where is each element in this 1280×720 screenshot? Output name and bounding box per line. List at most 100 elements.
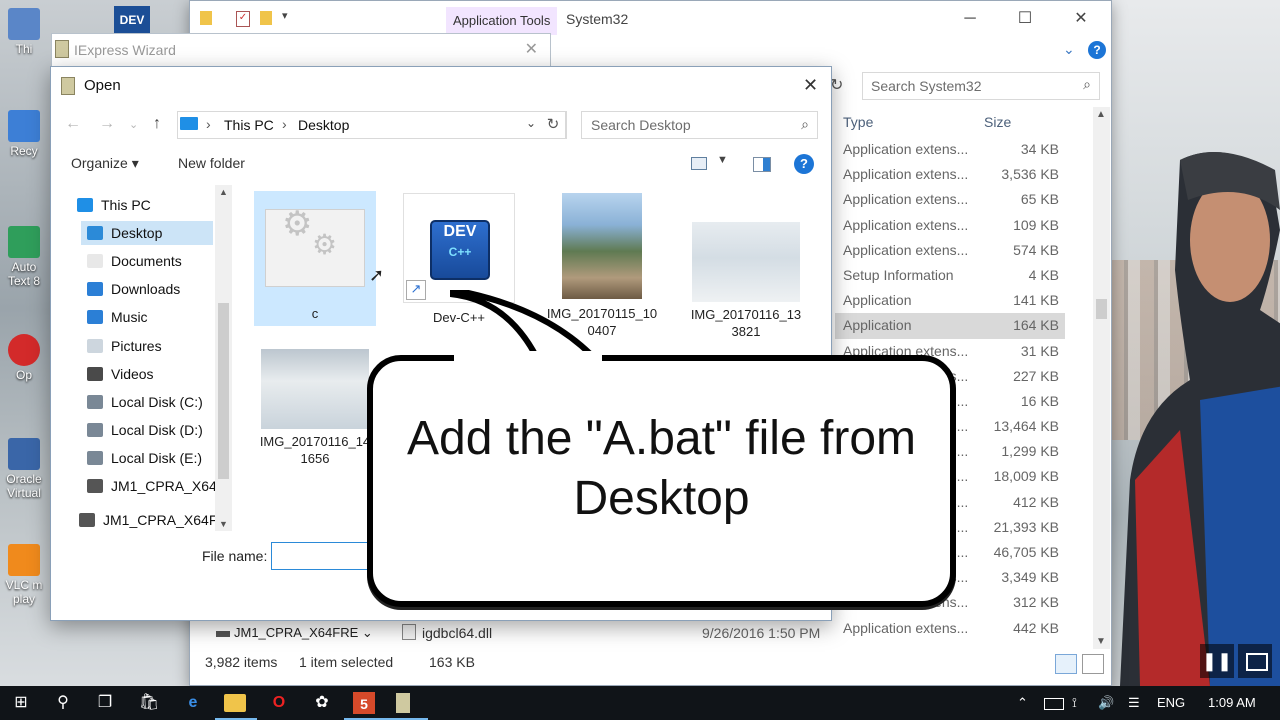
nav-item-local-disk-d[interactable]: Local Disk (D:)	[51, 418, 211, 442]
up-icon[interactable]: ↑	[153, 115, 161, 133]
opera-icon[interactable]: O	[267, 691, 291, 715]
breadcrumb-desktop[interactable]: Desktop	[298, 117, 349, 133]
status-bar: 3,982 items 1 item selected 163 KB	[190, 651, 1111, 675]
desktop-icon-vlc[interactable]: VLC m play	[0, 544, 48, 606]
search-placeholder: Search System32	[871, 78, 982, 94]
help-icon[interactable]: ?	[1088, 41, 1106, 59]
file-item-folder-c[interactable]: ⚙ ⚙ c	[254, 191, 376, 326]
table-row[interactable]: Setup Information 4 KB	[835, 263, 1065, 288]
table-row[interactable]: Application extens... 65 KB	[835, 187, 1065, 212]
row-type: Application extens...	[843, 216, 969, 233]
drive-icon	[79, 513, 95, 528]
qat-dropdown-icon[interactable]: ▾	[282, 9, 288, 22]
clock[interactable]: 1:09 AM	[1208, 695, 1256, 710]
scrollbar-thumb[interactable]	[218, 303, 229, 479]
nav-item-documents[interactable]: Documents	[51, 249, 211, 273]
refresh-icon[interactable]: ↻	[830, 75, 843, 95]
table-row[interactable]: Application extens... 109 KB	[835, 213, 1065, 238]
nav-drive-label[interactable]: JM1_CPRA_X64FRE ⌄	[216, 625, 373, 641]
language-indicator[interactable]: ENG	[1157, 695, 1185, 710]
edge-icon[interactable]: e	[181, 691, 205, 715]
desktop-icon-autotext[interactable]: Auto Text 8	[0, 226, 48, 288]
desktop-icon-virtualbox[interactable]: Oracle Virtual	[0, 438, 48, 500]
view-icon[interactable]	[691, 157, 707, 170]
vlc-icon	[8, 544, 40, 576]
windows-start-icon[interactable]: ⊞	[9, 691, 33, 715]
desktop-icon-opera[interactable]: Op	[0, 334, 48, 382]
recent-dropdown-icon[interactable]: ⌄	[129, 118, 138, 131]
explorer-bottom-row: JM1_CPRA_X64FRE ⌄ igdbcl64.dll 9/26/2016…	[216, 622, 1062, 646]
bottom-file-name[interactable]: igdbcl64.dll	[422, 625, 492, 641]
theater-mode-icon[interactable]	[1238, 644, 1272, 678]
application-tools-tab[interactable]: Application Tools	[446, 7, 558, 35]
iexpress-icon[interactable]	[396, 693, 410, 713]
table-row[interactable]: Application extens... 34 KB	[835, 137, 1065, 162]
ribbon-expand-icon[interactable]: ⌄	[1063, 41, 1075, 58]
refresh-button[interactable]: ↻	[541, 111, 566, 139]
recycle-bin-icon	[8, 110, 40, 142]
battery-icon[interactable]	[1044, 698, 1064, 710]
new-folder-icon[interactable]	[260, 11, 272, 25]
tray-expand-icon[interactable]: ⌃	[1017, 695, 1028, 711]
volume-icon[interactable]: 🔊	[1098, 695, 1114, 711]
close-button[interactable]: ✕	[1058, 7, 1104, 31]
table-row[interactable]: Application extens... 3,536 KB	[835, 162, 1065, 187]
explorer-search-input[interactable]: Search System32 ⌕	[862, 72, 1100, 100]
nav-item-videos[interactable]: Videos	[51, 362, 211, 386]
address-bar[interactable]: › This PC › Desktop ⌄	[177, 111, 567, 139]
large-icons-view-icon[interactable]	[1082, 654, 1104, 674]
search-icon[interactable]: ⚲	[51, 691, 75, 715]
row-type: Application	[843, 292, 912, 309]
nav-item-downloads[interactable]: Downloads	[51, 277, 211, 301]
breadcrumb-this-pc[interactable]: This PC	[224, 117, 274, 133]
navigation-scrollbar[interactable]: ▲ ▼	[215, 185, 232, 531]
nav-item-local-disk-c[interactable]: Local Disk (C:)	[51, 390, 211, 414]
organize-button[interactable]: Organize ▾	[71, 155, 139, 172]
action-center-icon[interactable]: ☰	[1128, 695, 1140, 711]
forward-icon[interactable]: →	[99, 115, 115, 133]
nav-item-music[interactable]: Music	[51, 305, 211, 329]
back-icon[interactable]: ←	[65, 115, 81, 133]
app-icon[interactable]: ✿	[310, 691, 334, 715]
file-item-img-2[interactable]: IMG_20170116_13 3821	[685, 222, 807, 340]
details-view-icon[interactable]	[1055, 654, 1077, 674]
nav-item-desktop[interactable]: Desktop	[81, 221, 213, 246]
dev-cpp-desktop-icon[interactable]: DEV	[114, 6, 150, 34]
view-dropdown-icon[interactable]: ▼	[717, 154, 728, 166]
desktop-icon-this-pc[interactable]: Thi	[0, 8, 48, 56]
network-icon[interactable]: ⟟	[1072, 695, 1077, 711]
file-name-input[interactable]	[271, 542, 373, 570]
table-row[interactable]: Application extens... 574 KB	[835, 238, 1065, 263]
task-view-icon[interactable]: ❐	[93, 691, 117, 715]
breadcrumb-chevron-icon: ›	[282, 116, 287, 132]
table-row[interactable]: Application 164 KB	[835, 313, 1065, 339]
properties-icon[interactable]: ✓	[236, 11, 250, 27]
store-icon[interactable]: 🛍	[137, 691, 161, 715]
file-item-img-3[interactable]: IMG_20170116_14 1656	[254, 349, 376, 467]
nav-item-jm1-cpra-x64fr[interactable]: JM1_CPRA_X64FR	[51, 508, 228, 532]
column-header-type[interactable]: Type	[843, 114, 873, 130]
file-explorer-icon[interactable]	[224, 694, 246, 712]
nav-item-this-pc[interactable]: This PC	[51, 193, 211, 217]
new-folder-button[interactable]: New folder	[178, 155, 245, 171]
table-row[interactable]: Application 141 KB	[835, 288, 1065, 313]
address-dropdown-icon[interactable]: ⌄	[526, 116, 536, 130]
nav-item-local-disk-e[interactable]: Local Disk (E:)	[51, 446, 211, 470]
row-type: Application extens...	[843, 141, 969, 157]
iexpress-close-icon[interactable]: ✕	[525, 39, 538, 59]
gear-icon: ⚙	[312, 229, 338, 260]
explorer-scrollbar[interactable]: ▲ ▼	[1093, 107, 1110, 649]
preview-pane-icon[interactable]	[753, 157, 771, 172]
dialog-search-input[interactable]: Search Desktop ⌕	[581, 111, 818, 139]
desktop-icon-recycle[interactable]: Recy	[0, 110, 48, 158]
maximize-button[interactable]: ☐	[1002, 7, 1048, 31]
minimize-button[interactable]: ─	[947, 7, 993, 31]
nav-item-pictures[interactable]: Pictures	[51, 334, 211, 358]
nav-item-jm1-cpra-x64f[interactable]: JM1_CPRA_X64F	[51, 474, 225, 498]
scrollbar-thumb[interactable]	[1096, 299, 1107, 319]
html5-icon[interactable]: 5	[353, 692, 375, 714]
help-icon[interactable]: ?	[794, 154, 814, 174]
pause-icon[interactable]: ❚❚	[1200, 644, 1234, 678]
column-header-size[interactable]: Size	[984, 114, 1011, 130]
dialog-close-icon[interactable]: ✕	[803, 75, 818, 96]
